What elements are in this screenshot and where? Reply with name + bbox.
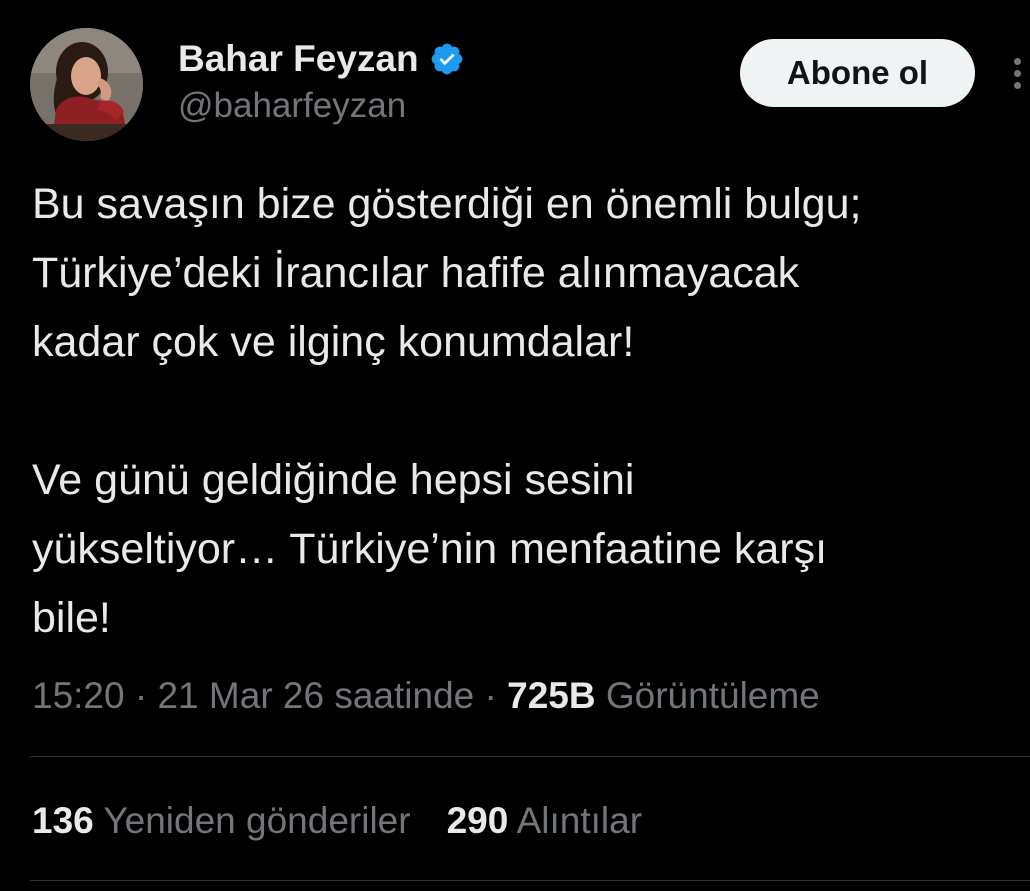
tweet-date[interactable]: 21 Mar 26 saatinde xyxy=(157,675,474,716)
reposts-count: 136 xyxy=(32,800,94,841)
meta-separator: · xyxy=(484,675,497,716)
tweet-text: Bu savaşın bize gösterdiği en önemli bul… xyxy=(32,170,1030,653)
views-label: Görüntüleme xyxy=(605,675,820,716)
more-vertical-icon[interactable] xyxy=(1004,50,1030,98)
more-dot xyxy=(1014,70,1021,77)
tweet-line: kadar çok ve ilginç konumdalar! xyxy=(32,318,635,366)
quotes-stat[interactable]: 290 Alıntılar xyxy=(447,797,642,845)
avatar[interactable] xyxy=(30,28,143,141)
tweet-line: yükseltiyor… Türkiye’nin menfaatine karş… xyxy=(32,525,828,573)
quotes-label: Alıntılar xyxy=(516,800,643,841)
tweet-stats: 136 Yeniden gönderiler 290 Alıntılar xyxy=(32,797,642,845)
divider xyxy=(30,880,1030,881)
reposts-label: Yeniden gönderiler xyxy=(103,800,411,841)
more-dot xyxy=(1014,58,1021,65)
meta-separator: · xyxy=(134,675,148,716)
tweet-time[interactable]: 15:20 xyxy=(32,675,125,716)
tweet-line: bile! xyxy=(32,594,111,642)
verified-badge-icon xyxy=(431,43,462,75)
views-count: 725B xyxy=(507,675,596,716)
tweet-detail: Bahar Feyzan @baharfeyzan Abone ol Bu sa… xyxy=(0,0,1030,891)
avatar-photo xyxy=(30,28,143,141)
author-name-row: Bahar Feyzan xyxy=(178,36,465,82)
tweet-line: Türkiye’deki İrancılar hafife alınmayaca… xyxy=(32,249,800,297)
more-dot xyxy=(1014,82,1021,89)
divider xyxy=(30,756,1030,757)
tweet-line: Ve günü geldiğinde hepsi sesini xyxy=(32,456,635,504)
reposts-stat[interactable]: 136 Yeniden gönderiler xyxy=(32,797,411,845)
follow-button[interactable]: Abone ol xyxy=(740,39,975,107)
author-display-name[interactable]: Bahar Feyzan xyxy=(178,38,419,80)
author-handle[interactable]: @baharfeyzan xyxy=(178,86,406,126)
tweet-paragraph: Bu savaşın bize gösterdiği en önemli bul… xyxy=(32,170,1030,377)
tweet-paragraph: Ve günü geldiğinde hepsi sesini yükselti… xyxy=(32,446,1030,653)
quotes-count: 290 xyxy=(446,800,509,841)
tweet-meta: 15:20 · 21 Mar 26 saatinde · 725B Görünt… xyxy=(32,672,820,720)
tweet-line: Bu savaşın bize gösterdiği en önemli bul… xyxy=(32,180,862,228)
